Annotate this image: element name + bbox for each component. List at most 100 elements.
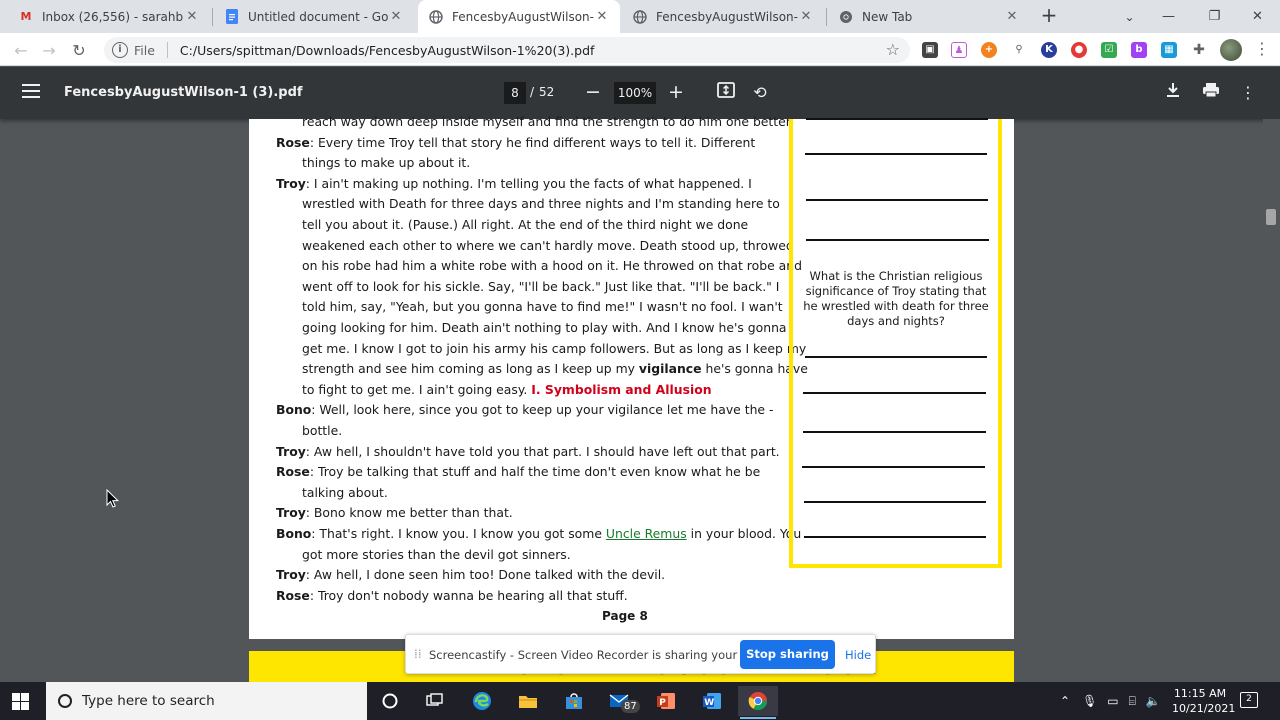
- tray-overflow-icon[interactable]: ⌃: [1060, 694, 1070, 708]
- task-view-icon[interactable]: [420, 686, 450, 716]
- close-window-button[interactable]: ✕: [1235, 0, 1280, 33]
- notification-center-icon[interactable]: 2: [1240, 692, 1258, 708]
- drag-handle-icon[interactable]: ⁞⁞: [414, 647, 422, 661]
- scrollbar[interactable]: [1263, 119, 1280, 682]
- windows-taskbar: Type here to search 87 P W ⌃ 🎙 ▭ ⌸ 🔈 11:…: [0, 682, 1280, 720]
- tab-pdf-active[interactable]: FencesbyAugustWilson-1 (3).p ✕: [418, 0, 620, 33]
- page-number-input[interactable]: 8: [504, 82, 526, 104]
- script-line: Bono: That's right. I know you. I know y…: [276, 526, 802, 541]
- extensions-puzzle-icon[interactable]: ✚: [1191, 42, 1207, 58]
- svg-text:P: P: [659, 698, 666, 708]
- screencastify-icon[interactable]: ●: [1071, 42, 1087, 58]
- rotate-icon[interactable]: ⟲: [750, 82, 770, 104]
- hide-button[interactable]: Hide: [845, 648, 871, 662]
- zoom-input[interactable]: 100%: [614, 82, 656, 104]
- script-line: Rose: Troy don't nobody wanna be hearing…: [276, 587, 628, 603]
- extension-icon[interactable]: ▣: [922, 42, 938, 58]
- close-icon[interactable]: ✕: [388, 9, 404, 25]
- zoom-out-button[interactable]: −: [583, 81, 603, 103]
- address-url: C:/Users/spittman/Downloads/FencesbyAugu…: [179, 42, 595, 58]
- speaker-name: Rose: [276, 134, 310, 150]
- extension-icon[interactable]: ▦: [1161, 42, 1177, 58]
- script-line: strength and see him coming as long as I…: [302, 361, 808, 377]
- close-icon[interactable]: ✕: [798, 9, 814, 25]
- system-clock[interactable]: 11:15 AM 10/21/2021: [1172, 686, 1235, 716]
- search-icon: [58, 694, 72, 708]
- fit-page-icon[interactable]: [716, 82, 736, 104]
- gmail-icon: M: [20, 10, 32, 23]
- speaker-name: Bono: [276, 402, 312, 418]
- uncle-remus-link[interactable]: Uncle Remus: [606, 526, 687, 541]
- clock-time: 11:15 AM: [1173, 687, 1227, 700]
- close-icon[interactable]: ✕: [594, 9, 610, 25]
- script-line: Rose: Every time Troy tell that story he…: [276, 134, 756, 150]
- microphone-icon[interactable]: 🎙: [1082, 694, 1097, 708]
- address-scheme: File: [134, 42, 155, 58]
- forward-button[interactable]: →: [36, 37, 62, 63]
- taskbar-search-box[interactable]: Type here to search: [46, 682, 367, 720]
- store-icon[interactable]: [559, 686, 589, 716]
- system-tray: ⌃ 🎙 ▭ ⌸ 🔈: [1060, 682, 1170, 720]
- stop-sharing-button[interactable]: Stop sharing: [740, 640, 835, 669]
- script-line: things to make up about it.: [302, 155, 471, 171]
- tab-label: FencesbyAugustWilson-1 (2).p: [656, 9, 798, 24]
- info-icon[interactable]: i: [112, 42, 128, 58]
- script-line: weakened each other to where we can't ha…: [302, 237, 794, 253]
- sharing-message: Screencastify - Screen Video Recorder is…: [429, 648, 783, 662]
- cortana-icon[interactable]: [375, 686, 405, 716]
- print-icon[interactable]: [1201, 82, 1221, 104]
- back-button[interactable]: ←: [8, 37, 34, 63]
- extension-icon[interactable]: ⚲: [1011, 42, 1027, 58]
- zoom-in-button[interactable]: +: [666, 81, 686, 103]
- script-line: get me. I know I got to join his army hi…: [302, 340, 807, 356]
- mail-badge: 87: [621, 700, 640, 713]
- avatar[interactable]: [1220, 39, 1242, 61]
- extension-icon[interactable]: ♟: [951, 42, 967, 58]
- bookmark-star-icon[interactable]: ☆: [886, 40, 900, 59]
- chrome-menu-icon[interactable]: ⋮: [1254, 39, 1270, 58]
- mail-icon[interactable]: 87: [604, 686, 640, 716]
- battery-icon[interactable]: ▭: [1107, 694, 1118, 708]
- answer-line: [804, 536, 986, 538]
- page-label: Page 8: [602, 609, 648, 623]
- chrome-taskbar-icon[interactable]: [738, 686, 778, 716]
- tab-google-doc[interactable]: Untitled document - Google D ✕: [214, 0, 414, 33]
- more-options-icon[interactable]: ⋮: [1238, 82, 1258, 104]
- volume-icon[interactable]: 🔈: [1146, 694, 1161, 708]
- question-text: What is the Christian religious signific…: [803, 269, 989, 328]
- reload-button[interactable]: ↻: [66, 37, 92, 63]
- tab-gmail[interactable]: M Inbox (26,556) - sarahbrown@ ✕: [8, 0, 210, 33]
- answer-line: [806, 199, 988, 201]
- answer-line: [806, 239, 989, 241]
- minimize-button[interactable]: —: [1146, 0, 1191, 33]
- address-bar[interactable]: i File C:/Users/spittman/Downloads/Fence…: [104, 37, 910, 63]
- file-explorer-icon[interactable]: [513, 686, 543, 716]
- scrollbar-thumb[interactable]: [1266, 209, 1276, 225]
- pdf-title: FencesbyAugustWilson-1 (3).pdf: [64, 85, 303, 100]
- tab-label: FencesbyAugustWilson-1 (3).p: [452, 9, 594, 24]
- word-icon[interactable]: W: [697, 686, 727, 716]
- powerpoint-icon[interactable]: P: [651, 686, 681, 716]
- script-line: talking about.: [302, 484, 388, 500]
- download-icon[interactable]: [1163, 82, 1183, 104]
- speaker-name: Bono: [276, 526, 312, 541]
- close-icon[interactable]: ✕: [184, 9, 200, 25]
- script-line: got more stories than the devil got sinn…: [302, 546, 571, 562]
- script-line: on his robe had him a white robe with a …: [302, 258, 802, 274]
- answer-line: [804, 501, 986, 503]
- edge-icon[interactable]: [467, 686, 497, 716]
- tab-new-tab[interactable]: New Tab ✕: [828, 0, 1030, 33]
- script-line: told him, say, "Yeah, but you gonna have…: [302, 299, 783, 315]
- restore-button[interactable]: ❐: [1192, 0, 1237, 33]
- extension-icon[interactable]: b: [1131, 42, 1147, 58]
- new-tab-button[interactable]: +: [1038, 5, 1060, 27]
- annotation-label: I. Symbolism and Allusion: [531, 381, 712, 397]
- menu-icon[interactable]: [22, 84, 40, 98]
- close-icon[interactable]: ✕: [1004, 9, 1020, 25]
- extension-icon[interactable]: +: [981, 42, 997, 58]
- extension-icon[interactable]: ☑: [1101, 42, 1117, 58]
- extension-icon[interactable]: K: [1041, 42, 1057, 58]
- network-icon[interactable]: ⌸: [1129, 694, 1136, 709]
- windows-start-icon[interactable]: [12, 693, 29, 710]
- tab-pdf-2[interactable]: FencesbyAugustWilson-1 (2).p ✕: [622, 0, 824, 33]
